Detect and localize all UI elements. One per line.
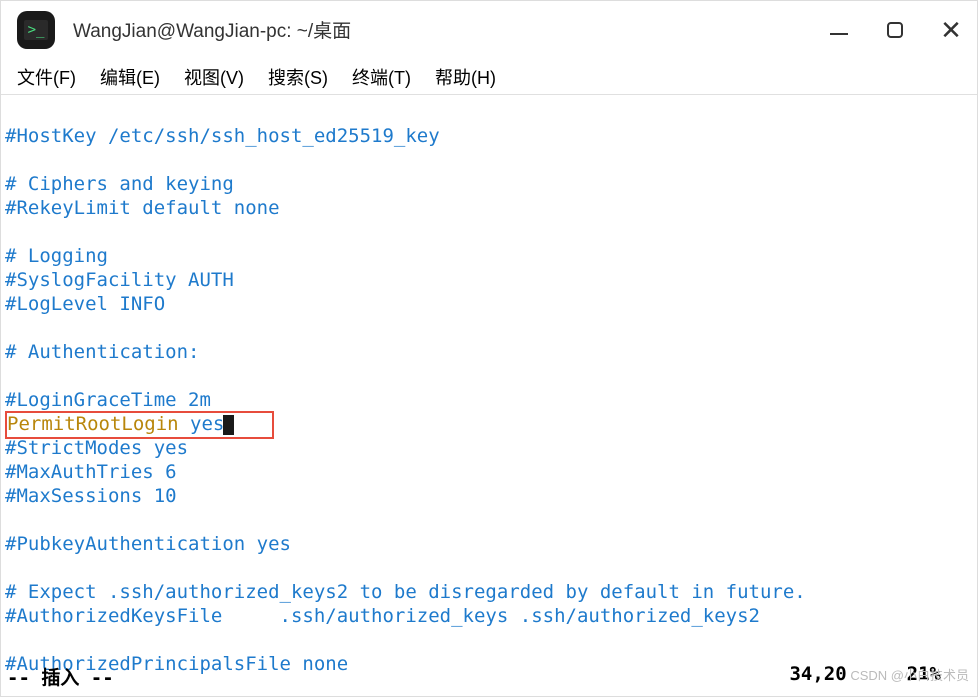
terminal-line bbox=[5, 509, 973, 533]
terminal-line: #AuthorizedKeysFile .ssh/authorized_keys… bbox=[5, 605, 973, 629]
minimize-button[interactable] bbox=[829, 20, 849, 40]
menu-terminal[interactable]: 终端(T) bbox=[346, 60, 417, 94]
cursor-position: 34,20 bbox=[789, 663, 846, 690]
menu-help[interactable]: 帮助(H) bbox=[429, 60, 502, 94]
config-value: yes bbox=[179, 413, 225, 435]
menu-edit[interactable]: 编辑(E) bbox=[94, 60, 166, 94]
maximize-button[interactable] bbox=[885, 20, 905, 40]
terminal-line: PermitRootLogin yes bbox=[5, 413, 973, 437]
terminal-line: #PubkeyAuthentication yes bbox=[5, 533, 973, 557]
terminal-line: #MaxSessions 10 bbox=[5, 485, 973, 509]
terminal-content[interactable]: #HostKey /etc/ssh/ssh_host_ed25519_key # … bbox=[1, 95, 977, 696]
terminal-line bbox=[5, 629, 973, 653]
vim-mode: -- 插入 -- bbox=[7, 663, 789, 690]
menu-file[interactable]: 文件(F) bbox=[11, 60, 82, 94]
title-bar: >_ WangJian@WangJian-pc: ~/桌面 ✕ bbox=[1, 1, 977, 59]
terminal-line: # Logging bbox=[5, 245, 973, 269]
terminal-line bbox=[5, 221, 973, 245]
close-button[interactable]: ✕ bbox=[941, 20, 961, 40]
terminal-icon-text: >_ bbox=[24, 20, 49, 40]
terminal-line: #HostKey /etc/ssh/ssh_host_ed25519_key bbox=[5, 125, 973, 149]
terminal-line: # Ciphers and keying bbox=[5, 173, 973, 197]
config-key: PermitRootLogin bbox=[7, 413, 179, 435]
terminal-line: #RekeyLimit default none bbox=[5, 197, 973, 221]
menu-bar: 文件(F) 编辑(E) 视图(V) 搜索(S) 终端(T) 帮助(H) bbox=[1, 59, 977, 95]
text-cursor bbox=[223, 415, 234, 435]
terminal-line: # Expect .ssh/authorized_keys2 to be dis… bbox=[5, 581, 973, 605]
terminal-line: #LogLevel INFO bbox=[5, 293, 973, 317]
menu-search[interactable]: 搜索(S) bbox=[262, 60, 334, 94]
terminal-line bbox=[5, 365, 973, 389]
terminal-line: #SyslogFacility AUTH bbox=[5, 269, 973, 293]
terminal-line: # Authentication: bbox=[5, 341, 973, 365]
terminal-line: #MaxAuthTries 6 bbox=[5, 461, 973, 485]
window-title: WangJian@WangJian-pc: ~/桌面 bbox=[73, 16, 829, 43]
highlighted-config-line: PermitRootLogin yes bbox=[5, 411, 274, 439]
terminal-app-icon: >_ bbox=[17, 11, 55, 49]
menu-view[interactable]: 视图(V) bbox=[178, 60, 250, 94]
terminal-line bbox=[5, 557, 973, 581]
window-controls: ✕ bbox=[829, 20, 961, 40]
terminal-line bbox=[5, 317, 973, 341]
vim-status-bar: -- 插入 -- 34,20 21% bbox=[1, 661, 977, 692]
terminal-line: #StrictModes yes bbox=[5, 437, 973, 461]
terminal-line: #LoginGraceTime 2m bbox=[5, 389, 973, 413]
watermark: CSDN @小白技术员 bbox=[850, 665, 969, 684]
terminal-line bbox=[5, 149, 973, 173]
